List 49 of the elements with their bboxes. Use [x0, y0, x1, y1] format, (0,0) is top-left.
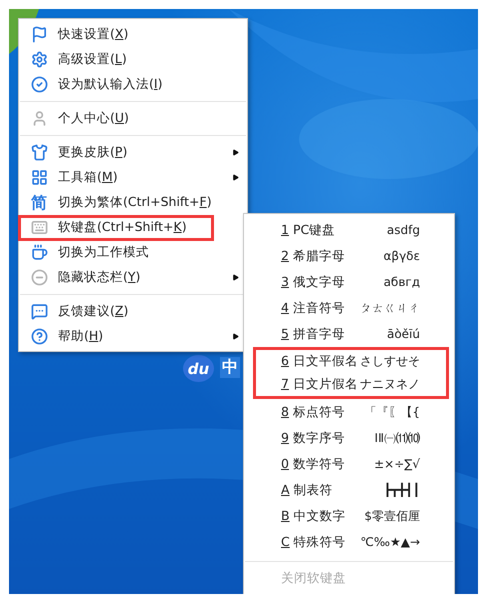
keyboard-option[interactable]: 5 拼音字母 āòěīú: [244, 321, 454, 347]
cup-icon: [30, 244, 48, 262]
keyboard-option[interactable]: 2 希腊字母 αβγδε: [244, 243, 454, 269]
menu-item[interactable]: 帮助(H): [19, 324, 247, 349]
menu-label: 隐藏状态栏(Y): [58, 269, 142, 286]
menu-label: 反馈建议(Z): [58, 303, 130, 320]
menu-item[interactable]: 工具箱(M): [19, 165, 247, 190]
keyboard-option[interactable]: B 中文数字 $零壹佰厘: [244, 503, 454, 529]
menu-item[interactable]: 软键盘(Ctrl+Shift+K): [19, 215, 247, 240]
chat-icon: [30, 302, 48, 320]
input-mode-indicator[interactable]: 中: [220, 357, 240, 378]
keyboard-option[interactable]: 7 日文片假名 ナニヌネノ: [256, 373, 446, 396]
keyboard-option[interactable]: 9 数字序号 ⅠⅡ㈠⑾⑽: [244, 425, 454, 451]
menu-label: 工具箱(M): [58, 169, 119, 186]
menu-label: 帮助(H): [58, 328, 104, 345]
keyboard-option[interactable]: 1 PC键盘 asdfg: [244, 217, 454, 243]
shirt-icon: [30, 144, 48, 162]
menu-item[interactable]: 切换为工作模式: [19, 240, 247, 265]
menu-item[interactable]: 反馈建议(Z): [19, 299, 247, 324]
menu-item[interactable]: 高级设置(L): [19, 47, 247, 72]
menu-label: 更换皮肤(P): [58, 144, 128, 161]
help-icon: [30, 328, 48, 346]
keyboard-option[interactable]: A 制表符 ┣┳╋┫┃: [244, 477, 454, 503]
menu-label: 软键盘(Ctrl+Shift+K): [58, 219, 188, 236]
menu-item[interactable]: 简 切换为繁体(Ctrl+Shift+F): [19, 190, 247, 215]
traditional-chinese-icon: 简: [30, 194, 48, 212]
keyboard-option[interactable]: 0 数学符号 ±×÷∑√: [244, 451, 454, 477]
menu-label: 设为默认输入法(I): [58, 76, 164, 93]
menu-label: 快速设置(X): [58, 26, 130, 43]
check-circle-icon: [30, 76, 48, 94]
minus-circle-icon: [30, 268, 48, 286]
menu-item[interactable]: 个人中心(U): [19, 106, 247, 131]
menu-label: 切换为工作模式: [58, 244, 150, 261]
menu-label: 切换为繁体(Ctrl+Shift+F): [58, 194, 213, 211]
keyboard-option[interactable]: 3 俄文字母 абвгд: [244, 269, 454, 295]
flag-icon: [30, 26, 48, 44]
menu-item[interactable]: 更换皮肤(P): [19, 140, 247, 165]
menu-item[interactable]: 设为默认输入法(I): [19, 72, 247, 97]
keyboard-icon: [30, 218, 48, 236]
grid-icon: [30, 168, 48, 186]
keyboard-option[interactable]: 6 日文平假名 さしすせそ: [256, 350, 446, 373]
menu-label: 高级设置(L): [58, 51, 128, 68]
keyboard-option[interactable]: 8 标点符号 「『〖【{: [244, 399, 454, 425]
menu-item[interactable]: 隐藏状态栏(Y): [19, 265, 247, 290]
menu-label: 个人中心(U): [58, 110, 130, 127]
keyboard-option[interactable]: C 特殊符号 ℃‰★▲→: [244, 529, 454, 555]
keyboard-option[interactable]: 4 注音符号 ㄆㄊㄍㄐㄔ: [244, 295, 454, 321]
gear-icon: [30, 50, 48, 68]
menu-item[interactable]: 快速设置(X): [19, 22, 247, 47]
